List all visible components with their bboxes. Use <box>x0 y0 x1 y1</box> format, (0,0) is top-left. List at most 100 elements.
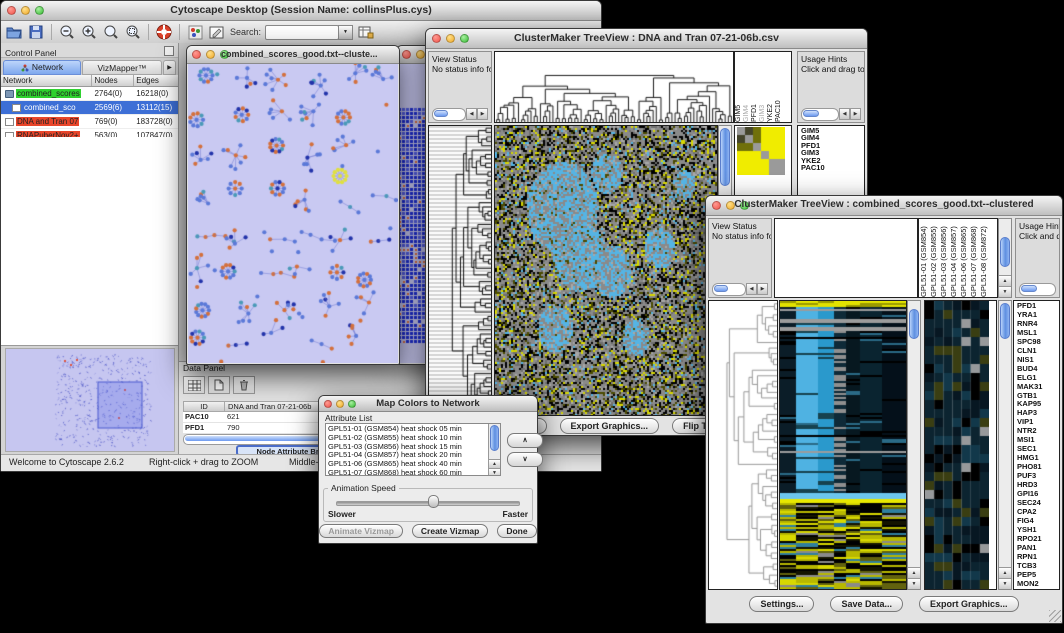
annotation-icon[interactable] <box>208 24 226 41</box>
tv2-column-label: GPL51-03 (GSM856) <box>939 219 949 297</box>
move-up-button[interactable]: ∧ <box>507 433 543 448</box>
zoom-in-icon[interactable] <box>80 24 98 41</box>
birds-eye-view[interactable] <box>5 348 175 452</box>
attribute-item[interactable]: GPL51-07 (GSM868) heat shock 60 min <box>326 469 500 476</box>
resize-grip[interactable] <box>1049 610 1061 622</box>
done-button[interactable]: Done <box>497 524 536 538</box>
animate-vizmap-button[interactable]: Animate Vizmap <box>319 524 403 538</box>
tab-vizmapper[interactable]: VizMapper™ <box>82 60 162 75</box>
tv1-column-dendrogram[interactable] <box>495 52 733 122</box>
tv2-heatmap-vscrollbar[interactable] <box>907 300 921 590</box>
tv2-column-label: GPL51-08 (GSM872) <box>979 219 989 297</box>
tab-network[interactable]: Network <box>3 60 81 75</box>
speed-slider-thumb[interactable] <box>428 495 439 508</box>
tv2-column-label: GPL51-02 (GSM855) <box>929 219 939 297</box>
tv1-zoom-heatmap[interactable] <box>737 127 785 175</box>
tv1-row-dendrogram[interactable] <box>429 126 491 415</box>
dp-col-id[interactable]: ID <box>184 402 225 411</box>
page-icon[interactable] <box>208 376 230 394</box>
trash-icon[interactable] <box>233 376 255 394</box>
tab-overflow-arrow[interactable]: ▶ <box>163 60 176 75</box>
help-icon[interactable] <box>155 24 173 41</box>
tv2-status-scrollbar[interactable] <box>712 283 768 295</box>
network-row[interactable]: DNA and Tran 07 769(0) 183728(0) <box>1 115 178 129</box>
network-row-edges: 13112(15) <box>134 103 178 112</box>
tv1-column-label: YKE2 <box>767 52 775 122</box>
tv2-gene-label[interactable]: MON2 <box>1017 580 1059 589</box>
tv2-zoom-vscrollbar[interactable] <box>998 300 1012 590</box>
tv1-view-status-text: No status info for <box>429 64 491 74</box>
zoom-out-icon[interactable] <box>58 24 76 41</box>
zoom-selected-icon[interactable] <box>124 24 142 41</box>
tv1-global-heatmap-panel <box>494 125 718 416</box>
close-button[interactable] <box>192 50 201 59</box>
attribute-list[interactable]: GPL51-01 (GSM854) heat shock 05 minGPL51… <box>325 423 501 476</box>
scroll-down-icon[interactable] <box>999 286 1011 297</box>
network-row-name: combined_sco <box>23 103 77 112</box>
scroll-down-icon[interactable] <box>489 468 500 476</box>
close-button[interactable] <box>402 50 411 59</box>
scroll-up-icon[interactable] <box>908 567 920 578</box>
create-vizmap-button[interactable]: Create Vizmap <box>412 524 488 538</box>
scroll-left-icon[interactable] <box>466 108 477 120</box>
tv2-view-status-title: View Status <box>709 219 771 231</box>
tv1-gene-label[interactable]: PAC10 <box>801 164 864 171</box>
move-down-button[interactable]: ∨ <box>507 452 543 467</box>
tv2-button[interactable]: Export Graphics... <box>919 596 1019 612</box>
col-network[interactable]: Network <box>1 75 92 86</box>
tv2-zoom-heatmap[interactable] <box>925 301 989 589</box>
tv1-button[interactable]: Export Graphics... <box>560 418 660 434</box>
tv2-button[interactable]: Settings... <box>749 596 814 612</box>
control-panel: Control Panel Network VizMapper™ ▶ Netwo… <box>1 43 179 455</box>
minimize-button[interactable] <box>206 50 215 59</box>
search-dropdown-icon[interactable] <box>338 25 353 40</box>
tv2-view-status-panel: View Status No status info for <box>708 218 772 298</box>
network-row-nodes: 769(0) <box>92 117 134 126</box>
network-row[interactable]: combined_scores 2764(0) 16218(0) <box>1 87 178 101</box>
tv2-row-dendrogram[interactable] <box>709 301 777 589</box>
scroll-left-icon[interactable] <box>746 283 757 295</box>
scroll-down-icon[interactable] <box>999 578 1011 589</box>
network-view-titlebar[interactable]: combined_scores_good.txt--cluste... <box>187 46 399 64</box>
col-nodes[interactable]: Nodes <box>92 75 134 86</box>
network-row-nodes: 2569(6) <box>92 103 134 112</box>
scroll-up-icon[interactable] <box>999 567 1011 578</box>
save-icon[interactable] <box>27 24 45 41</box>
tv2-hints-scrollbar[interactable] <box>1019 283 1056 295</box>
tv1-status-scrollbar[interactable] <box>432 108 488 120</box>
treeview1-titlebar[interactable]: ClusterMaker TreeView : DNA and Tran 07-… <box>426 29 867 49</box>
open-icon[interactable] <box>5 24 23 41</box>
desktop: { "colors":{ "desktop":"#000000","accent… <box>0 0 1064 633</box>
table-icon[interactable] <box>183 376 205 394</box>
treeview2-titlebar[interactable]: ClusterMaker TreeView : combined_scores_… <box>706 196 1062 216</box>
scroll-right-icon[interactable] <box>757 283 768 295</box>
tv2-usage-hints-title: Usage Hints <box>1016 219 1059 231</box>
minimize-button[interactable] <box>416 50 425 59</box>
scroll-up-icon[interactable] <box>999 275 1011 286</box>
tv2-button[interactable]: Save Data... <box>830 596 903 612</box>
tv2-global-heatmap[interactable] <box>780 301 906 589</box>
scroll-right-icon[interactable] <box>477 108 488 120</box>
zoom-fit-icon[interactable] <box>102 24 120 41</box>
network-row[interactable]: combined_sco 2569(6) 13112(15) <box>1 101 178 115</box>
main-titlebar[interactable]: Cytoscape Desktop (Session Name: collins… <box>1 1 601 21</box>
treeview2-window: ClusterMaker TreeView : combined_scores_… <box>705 195 1063 624</box>
scroll-down-icon[interactable] <box>908 578 920 589</box>
table-add-icon[interactable] <box>357 24 375 41</box>
tv2-labels-vscrollbar[interactable] <box>998 218 1012 298</box>
col-edges[interactable]: Edges <box>134 75 178 86</box>
dialog-titlebar[interactable]: Map Colors to Network <box>319 396 537 412</box>
tv1-global-heatmap[interactable] <box>495 126 717 415</box>
search-input[interactable] <box>265 25 339 40</box>
network-canvas[interactable] <box>188 64 398 363</box>
attribute-list-scrollbar[interactable] <box>488 424 500 476</box>
scroll-left-icon[interactable] <box>839 108 850 120</box>
scroll-right-icon[interactable] <box>850 108 861 120</box>
tv2-column-dendrogram-panel[interactable] <box>774 218 918 298</box>
scroll-up-icon[interactable] <box>489 459 500 468</box>
tv1-hints-scrollbar[interactable] <box>801 108 861 120</box>
vizmapper-icon[interactable] <box>186 24 204 41</box>
animation-speed-group: Animation Speed Slower Faster <box>323 488 533 522</box>
tv2-column-label: GPL51-06 (GSM865) <box>959 219 969 297</box>
float-panel-icon[interactable] <box>164 46 174 56</box>
